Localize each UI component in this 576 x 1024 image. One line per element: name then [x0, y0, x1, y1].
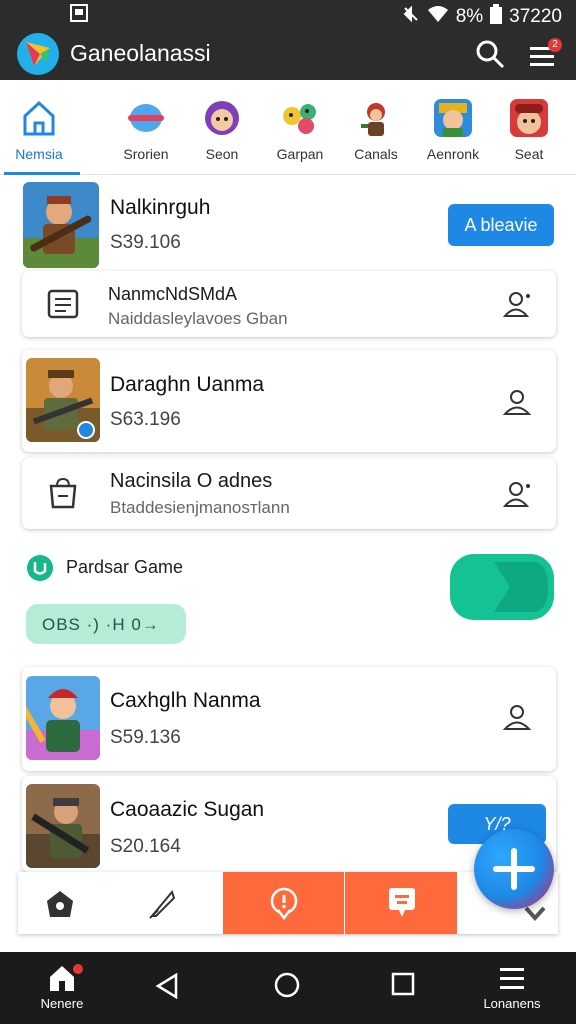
nav-back-button[interactable] — [150, 952, 184, 1024]
category-label: Srorien — [123, 146, 169, 162]
warrior-art-icon — [23, 182, 99, 268]
battery-percent: 8% — [455, 6, 484, 27]
red-cap-hero-icon — [510, 99, 548, 137]
capsule-icon — [128, 104, 164, 132]
list-item-card[interactable]: Daraghn Uanma S63.196 — [22, 350, 556, 452]
app-title: Ganeolanassi — [70, 40, 211, 66]
list-item-card[interactable]: Nacinsila O adnes Btaddesienjmanosтlann — [22, 458, 556, 529]
shopping-bag-icon — [49, 477, 77, 509]
wifi-icon — [427, 5, 449, 29]
add-friend-icon[interactable] — [502, 478, 534, 510]
category-tab-canals[interactable]: Canals — [337, 88, 415, 174]
hero-art-icon — [26, 676, 100, 760]
item-price: S59.136 — [110, 727, 181, 748]
chat-bubble-icon — [389, 888, 415, 917]
nav-recents-button[interactable] — [386, 952, 420, 1024]
location-pin-icon — [270, 887, 298, 920]
category-label: Seon — [205, 146, 239, 162]
tab-home[interactable] — [18, 872, 222, 934]
item-title: Nalkinrguh — [110, 196, 211, 219]
promo-pill[interactable]: OBS ·) ·H 0→ — [26, 604, 186, 644]
nav-home-label: Nenere — [40, 996, 84, 1011]
nav-menu-tab[interactable]: Lonanens — [478, 952, 546, 1024]
search-icon — [476, 40, 505, 69]
category-tab-nemsia[interactable]: Nemsia — [0, 88, 80, 175]
person-icon[interactable] — [502, 386, 534, 418]
home-circle-icon — [274, 972, 300, 998]
category-tab-seat[interactable]: Seat — [490, 88, 568, 174]
home-shield-icon — [47, 891, 73, 917]
back-triangle-icon — [155, 972, 178, 1000]
item-price: S39.106 — [110, 232, 181, 253]
warrior-icon — [361, 103, 385, 136]
app-bar: Ganeolanassi 2 — [0, 30, 576, 80]
game-thumbnail — [26, 784, 100, 868]
system-nav-bar: Nenere Lonanens — [0, 952, 576, 1024]
add-fab-button[interactable] — [474, 829, 554, 909]
item-subtitle: Btaddesienjmanosтlann — [110, 498, 290, 517]
notification-icon — [70, 4, 88, 28]
item-title: Nacinsila O adnes — [110, 470, 273, 492]
person-icon[interactable] — [502, 701, 534, 733]
promo-label: Pardsar Game — [66, 557, 184, 577]
list-item-card[interactable]: Caxhglh Nanma S59.136 — [22, 667, 556, 771]
game-thumbnail[interactable] — [23, 182, 99, 268]
tab-chat[interactable] — [345, 872, 457, 934]
avatar-girl-icon — [205, 101, 239, 135]
nav-home-button[interactable] — [270, 952, 304, 1024]
character-group-icon — [283, 104, 316, 134]
game-badge-icon — [27, 555, 53, 581]
search-button[interactable] — [474, 38, 506, 70]
item-subtitle: Naiddasleylavoes Gban — [108, 309, 288, 328]
category-tab-srorien[interactable]: Srorien — [107, 88, 185, 174]
item-title: Caxhglh Nanma — [110, 689, 261, 712]
plus-icon — [493, 848, 535, 890]
notification-dot-icon — [73, 964, 83, 974]
menu-lines-icon — [500, 968, 524, 989]
list-item-card[interactable]: NanmcNdSMdA Naiddasleylavoes Gban — [22, 271, 556, 337]
category-label: Canals — [354, 146, 398, 162]
game-thumbnail — [26, 358, 100, 442]
menu-button[interactable]: 2 — [526, 38, 562, 72]
promo-pill-text: OBS ·) ·H 0→ — [42, 615, 160, 634]
item-title: NanmcNdSMdA — [108, 284, 238, 304]
category-tab-garpan[interactable]: Garpan — [261, 88, 339, 174]
hero-portrait-icon — [434, 99, 472, 137]
category-label: Seat — [514, 146, 544, 162]
clock: 37220 — [509, 6, 562, 27]
promo-toggle[interactable] — [450, 554, 554, 620]
mute-icon — [402, 5, 420, 29]
category-label: Aenronk — [426, 146, 480, 162]
status-bar: 8% 37220 — [0, 0, 576, 30]
item-price: S63.196 — [110, 409, 181, 430]
category-tab-seon[interactable]: Seon — [183, 88, 261, 174]
category-label: Nemsia — [15, 146, 63, 162]
category-tab-aenronk[interactable]: Aenronk — [414, 88, 492, 174]
home-outline-icon — [23, 100, 55, 136]
item-price: S20.164 — [110, 836, 181, 857]
gunner-art-icon — [26, 784, 100, 868]
document-icon — [47, 289, 79, 319]
add-friend-icon[interactable] — [502, 288, 534, 320]
item-title: Caoaazic Sugan — [110, 798, 265, 821]
game-thumbnail — [26, 676, 100, 760]
item-title: Daraghn Uanma — [110, 373, 265, 396]
menu-badge: 2 — [548, 38, 562, 52]
recents-square-icon — [391, 972, 415, 996]
nav-home-tab[interactable]: Nenere — [28, 952, 96, 1024]
category-bar: Nemsia Srorien Seon Garpan Canals Aenron… — [0, 88, 576, 175]
action-button[interactable]: A bleavie — [448, 204, 554, 246]
soldier-art-icon — [26, 358, 100, 442]
nav-menu-label: Lonanens — [483, 996, 541, 1011]
battery-icon — [490, 4, 503, 30]
feather-pen-icon — [149, 889, 176, 919]
category-label: Garpan — [276, 146, 324, 162]
tab-location[interactable] — [223, 872, 344, 934]
toggle-knob-icon — [494, 562, 548, 612]
app-logo-icon — [16, 32, 60, 76]
